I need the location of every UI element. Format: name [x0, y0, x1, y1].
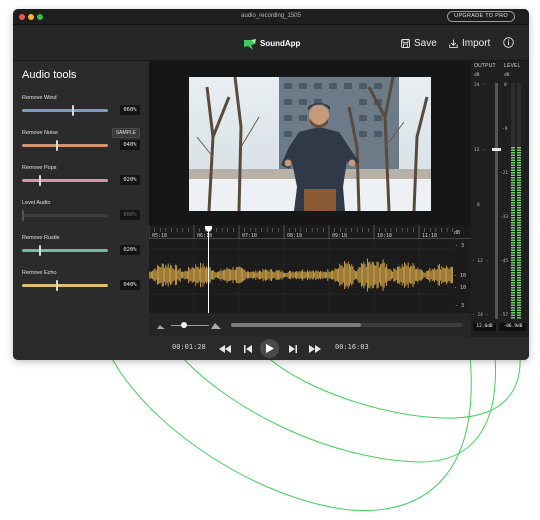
import-label: Import — [462, 37, 491, 49]
level-meter-right — [517, 83, 521, 319]
db-scale-label: - 3 — [455, 303, 465, 309]
sample-button[interactable]: SAMPLE — [111, 128, 140, 138]
level-scale: -9 — [502, 127, 508, 132]
tool-label: Remove Noise — [22, 130, 59, 136]
output-db-readout: 12.0dB — [473, 323, 496, 331]
level-db-readout: -06.9dB — [499, 323, 527, 331]
play-button[interactable] — [260, 339, 279, 358]
import-icon — [449, 39, 458, 48]
info-icon[interactable] — [503, 37, 514, 48]
soundapp-logo-icon — [244, 39, 256, 50]
audio-timeline[interactable]: 05:18 06:18 07:18 08:18 09:18 10:18 11:1… — [149, 225, 471, 313]
db-scale-label: - 10 — [454, 285, 467, 291]
db-scale-label: - 3 — [455, 243, 465, 249]
total-time: 00:16:03 — [335, 343, 369, 351]
playhead-handle[interactable] — [204, 225, 213, 233]
tool-remove-wind: Remove Wind 060% — [22, 95, 140, 125]
tool-slider-thumb[interactable] — [38, 245, 41, 256]
transport-bar: 00:01:28 00:16:03 — [13, 337, 529, 360]
tool-slider-track[interactable] — [22, 214, 108, 217]
tool-slider-track[interactable] — [22, 144, 108, 147]
tool-label: Remove Rustle — [22, 235, 60, 241]
output-scale: - 24 - — [472, 313, 489, 318]
zoom-bar — [149, 313, 471, 337]
tool-remove-echo: Remove Echo 040% — [22, 270, 140, 300]
playhead-line — [208, 228, 209, 313]
waveform — [149, 258, 453, 292]
save-icon — [401, 38, 410, 48]
tool-value: 040% — [120, 280, 140, 290]
tool-slider-track[interactable] — [22, 249, 108, 252]
output-meter-track — [495, 83, 498, 319]
save-label: Save — [414, 37, 437, 49]
tool-slider-thumb[interactable] — [55, 280, 58, 291]
tool-slider-track[interactable] — [22, 109, 108, 112]
audio-tools-panel: Audio tools Remove Wind 060% Remove Noise S… — [13, 61, 149, 337]
output-scale: 24 - — [474, 83, 485, 88]
tool-label: Remove Pops — [22, 165, 57, 171]
tool-value: 060% — [120, 105, 140, 115]
tool-slider-track[interactable] — [22, 179, 108, 182]
tool-slider-thumb[interactable] — [38, 175, 41, 186]
tool-value: 020% — [120, 245, 140, 255]
tool-label: Level Audio — [22, 200, 51, 206]
skip-back-icon[interactable] — [244, 345, 252, 353]
time-ruler: 05:18 06:18 07:18 08:18 09:18 10:18 11:1… — [149, 225, 471, 239]
app-header: SoundApp Save Import — [13, 25, 529, 61]
timeline-scrollbar-thumb[interactable] — [231, 323, 361, 327]
level-scale: -57 — [500, 313, 509, 318]
save-button[interactable]: Save — [401, 35, 437, 51]
level-meter-left — [511, 83, 515, 319]
rewind-icon[interactable] — [219, 345, 232, 353]
play-icon — [266, 344, 274, 353]
video-preview-area — [149, 61, 471, 225]
output-db-unit: dB — [474, 73, 480, 78]
zoom-slider-track[interactable] — [171, 325, 209, 326]
level-scale: -45 — [500, 259, 509, 264]
zoom-slider-thumb[interactable] — [181, 322, 187, 328]
level-scale: 0 — [504, 83, 507, 88]
video-thumbnail — [189, 77, 431, 211]
video-frame[interactable] — [189, 77, 431, 211]
tool-slider-track[interactable] — [22, 284, 108, 287]
upgrade-button[interactable]: UPGRADE TO PRO — [447, 11, 515, 22]
title-bar: audio_recording_1505 UPGRADE TO PRO — [13, 9, 529, 25]
app-window: audio_recording_1505 UPGRADE TO PRO Soun… — [13, 9, 529, 360]
tool-remove-pops: Remove Pops 020% — [22, 165, 140, 195]
tool-remove-noise: Remove Noise SAMPLE 040% — [22, 128, 140, 160]
panel-title: Audio tools — [22, 69, 77, 81]
output-scale: 12 - — [474, 148, 485, 153]
skip-forward-icon[interactable] — [289, 345, 297, 353]
db-scale-label: - 10 — [454, 273, 467, 279]
tool-value: 000% — [120, 210, 140, 220]
tool-value: 020% — [120, 175, 140, 185]
output-scale: - 12 - — [472, 259, 489, 264]
meters-panel: OUTPUT LEVEL dB dB 24 - 12 - 0 - 12 - - … — [471, 61, 529, 337]
tool-slider-thumb[interactable] — [55, 140, 58, 151]
level-label: LEVEL — [504, 63, 521, 69]
output-label: OUTPUT — [474, 63, 496, 69]
tool-level-audio: Level Audio 000% — [22, 200, 140, 230]
level-db-unit: dB — [504, 73, 510, 78]
tool-value: 040% — [120, 140, 140, 150]
waveform-grid — [149, 239, 453, 313]
tool-remove-rustle: Remove Rustle 020% — [22, 235, 140, 265]
tool-label: Remove Wind — [22, 95, 57, 101]
tool-slider-thumb[interactable] — [22, 210, 24, 221]
level-scale: -21 — [500, 171, 509, 176]
import-button[interactable]: Import — [449, 35, 490, 51]
app-name: SoundApp — [260, 39, 301, 48]
zoom-in-icon[interactable] — [211, 321, 221, 329]
zoom-out-icon[interactable] — [157, 323, 165, 329]
timeline-scrollbar[interactable] — [231, 323, 463, 327]
output-gain-handle[interactable] — [492, 148, 501, 151]
output-scale: 0 — [477, 203, 480, 208]
tool-label: Remove Echo — [22, 270, 57, 276]
level-scale: -33 — [500, 215, 509, 220]
current-time: 00:01:28 — [172, 343, 206, 351]
db-unit-label: dB — [454, 230, 461, 236]
fast-forward-icon[interactable] — [309, 345, 322, 353]
